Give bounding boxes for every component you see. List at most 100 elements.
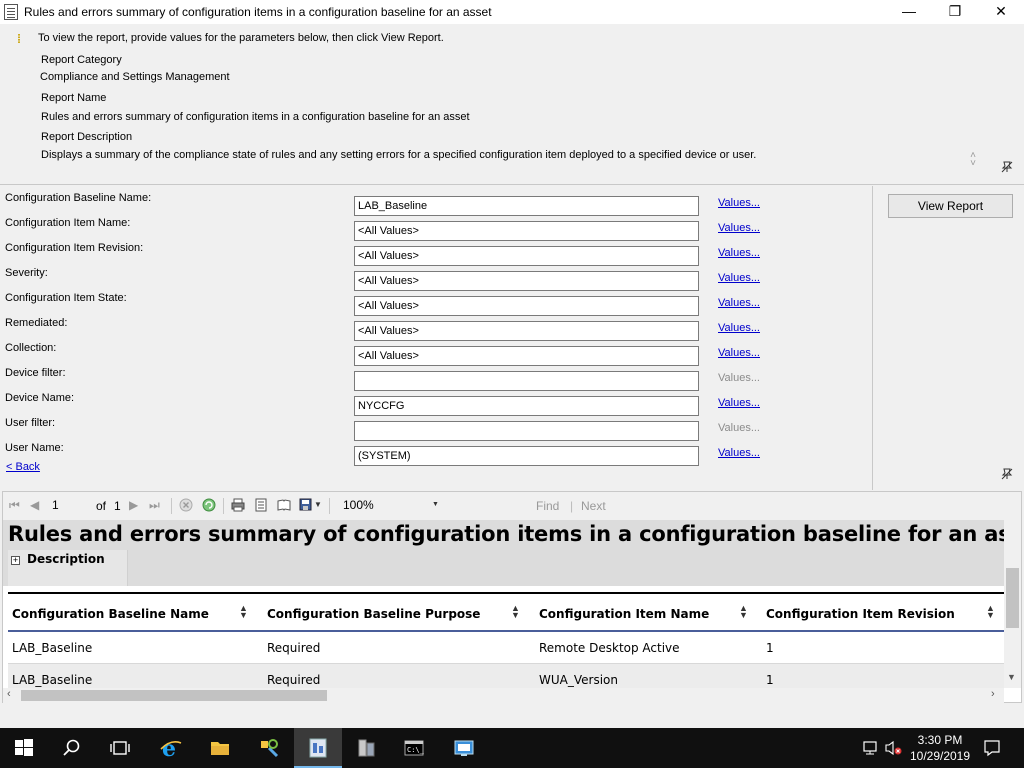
start-button[interactable] bbox=[0, 728, 48, 768]
zoom-select[interactable]: 100% bbox=[340, 497, 444, 515]
internet-explorer-icon[interactable]: e bbox=[147, 728, 195, 768]
remediated-values-link[interactable]: Values... bbox=[718, 322, 760, 334]
print-layout-icon[interactable] bbox=[254, 498, 268, 512]
param-row-ci-revision: Configuration Item Revision: <All Values… bbox=[0, 241, 872, 266]
table-header: Configuration Baseline Name ▲ ▼ Configura… bbox=[8, 598, 1004, 632]
user-filter-values-link: Values... bbox=[718, 422, 760, 434]
expand-plus-icon[interactable]: + bbox=[11, 556, 20, 565]
report-info-panel: ⁞ To view the report, provide values for… bbox=[0, 24, 1024, 185]
scroll-right-icon[interactable]: › bbox=[991, 688, 995, 700]
system-clock[interactable]: 3:30 PM 10/29/2019 bbox=[905, 732, 975, 764]
minimize-button[interactable]: — bbox=[886, 0, 932, 24]
column-header-ci-revision[interactable]: Configuration Item Revision bbox=[766, 607, 955, 621]
ci-state-field[interactable]: <All Values> bbox=[354, 296, 699, 316]
svg-text:C:\_: C:\_ bbox=[407, 746, 425, 754]
cell-ci-name: WUA_Version bbox=[539, 673, 618, 687]
column-header-baseline-name[interactable]: Configuration Baseline Name bbox=[12, 607, 209, 621]
window-title: Rules and errors summary of configuratio… bbox=[24, 5, 492, 19]
report-title: Rules and errors summary of configuratio… bbox=[8, 522, 1004, 546]
remediated-field[interactable]: <All Values> bbox=[354, 321, 699, 341]
next-link[interactable]: Next bbox=[581, 499, 606, 513]
ci-state-values-link[interactable]: Values... bbox=[718, 297, 760, 309]
param-label: Device filter: bbox=[5, 367, 66, 379]
page-number-input[interactable]: 1 bbox=[49, 497, 87, 515]
param-label: Severity: bbox=[5, 267, 48, 279]
parameter-info-icon: ⁞ bbox=[17, 32, 21, 46]
search-icon[interactable] bbox=[48, 728, 96, 768]
maximize-button[interactable]: ❐ bbox=[932, 0, 978, 24]
vertical-scroll-thumb[interactable] bbox=[1006, 568, 1019, 628]
report-app-icon bbox=[4, 4, 18, 20]
device-name-field[interactable]: NYCCFG bbox=[354, 396, 699, 416]
taskbar: e C:\_ 3:30 PM 10/29/2019 bbox=[0, 728, 1024, 768]
device-filter-values-link: Values... bbox=[718, 372, 760, 384]
file-explorer-icon[interactable] bbox=[196, 728, 244, 768]
severity-field[interactable]: <All Values> bbox=[354, 271, 699, 291]
user-filter-field[interactable] bbox=[354, 421, 699, 441]
find-link[interactable]: Find bbox=[536, 499, 559, 513]
task-view-icon[interactable] bbox=[96, 728, 144, 768]
refresh-icon[interactable] bbox=[202, 498, 216, 512]
ci-revision-field[interactable]: <All Values> bbox=[354, 246, 699, 266]
sort-icon[interactable]: ▲ ▼ bbox=[511, 604, 520, 620]
first-page-icon[interactable]: ⏮ bbox=[9, 498, 20, 513]
param-label: Configuration Item Name: bbox=[5, 217, 131, 229]
device-filter-field[interactable] bbox=[354, 371, 699, 391]
remote-desktop-icon[interactable] bbox=[440, 728, 488, 768]
param-row-ci-state: Configuration Item State: <All Values> V… bbox=[0, 291, 872, 316]
clock-time: 3:30 PM bbox=[917, 733, 963, 747]
user-name-values-link[interactable]: Values... bbox=[718, 447, 760, 459]
device-name-values-link[interactable]: Values... bbox=[718, 397, 760, 409]
report-viewer-taskbar-icon[interactable] bbox=[294, 728, 342, 768]
collection-values-link[interactable]: Values... bbox=[718, 347, 760, 359]
description-section[interactable]: + Description bbox=[8, 550, 128, 586]
pin-icon[interactable] bbox=[1001, 161, 1013, 173]
sort-icon[interactable]: ▲ ▼ bbox=[739, 604, 748, 620]
report-window: Rules and errors summary of configuratio… bbox=[0, 0, 1024, 728]
ci-revision-values-link[interactable]: Values... bbox=[718, 247, 760, 259]
column-header-baseline-purpose[interactable]: Configuration Baseline Purpose bbox=[267, 607, 480, 621]
param-row-severity: Severity: <All Values> Values... bbox=[0, 266, 872, 291]
user-name-field[interactable]: (SYSTEM) bbox=[354, 446, 699, 466]
toolbar-separator bbox=[329, 498, 330, 514]
cell-ci-name: Remote Desktop Active bbox=[539, 641, 680, 655]
scroll-left-icon[interactable]: ‹ bbox=[7, 688, 11, 700]
horizontal-scrollbar[interactable]: ‹ › bbox=[3, 688, 1004, 703]
scroll-down-icon[interactable]: ▼ bbox=[1007, 672, 1016, 682]
baseline-name-field[interactable]: LAB_Baseline bbox=[354, 196, 699, 216]
ci-name-field[interactable]: <All Values> bbox=[354, 221, 699, 241]
command-prompt-icon[interactable]: C:\_ bbox=[390, 728, 438, 768]
pin-icon[interactable] bbox=[1001, 468, 1013, 480]
last-page-icon[interactable]: ⏭ bbox=[149, 498, 160, 513]
cell-ci-revision: 1 bbox=[766, 641, 774, 655]
next-page-icon[interactable]: ▶ bbox=[129, 498, 138, 512]
horizontal-scroll-thumb[interactable] bbox=[21, 690, 327, 701]
collapse-chevron-icon[interactable]: ˄ ˅ bbox=[966, 151, 980, 170]
back-link[interactable]: < Back bbox=[6, 461, 40, 473]
page-of-label: of bbox=[96, 499, 107, 513]
zoom-dropdown-icon[interactable]: ▼ bbox=[432, 501, 439, 508]
vertical-scrollbar[interactable]: ▼ bbox=[1004, 520, 1021, 688]
view-report-button[interactable]: View Report bbox=[888, 194, 1013, 218]
previous-page-icon[interactable]: ◀ bbox=[30, 498, 39, 512]
cell-baseline-purpose: Required bbox=[267, 641, 321, 655]
ci-name-values-link[interactable]: Values... bbox=[718, 222, 760, 234]
collection-field[interactable]: <All Values> bbox=[354, 346, 699, 366]
sort-icon[interactable]: ▲ ▼ bbox=[239, 604, 248, 620]
category-value: Compliance and Settings Management bbox=[40, 71, 230, 83]
close-button[interactable]: ✕ bbox=[978, 0, 1024, 24]
cell-baseline-name: LAB_Baseline bbox=[12, 641, 93, 655]
server-manager-icon[interactable] bbox=[342, 728, 390, 768]
print-icon[interactable] bbox=[231, 498, 245, 512]
page-setup-icon[interactable] bbox=[277, 498, 291, 512]
severity-values-link[interactable]: Values... bbox=[718, 272, 760, 284]
table-row: LAB_Baseline Required WUA_Version 1 bbox=[8, 664, 1004, 688]
param-row-user-name: User Name: (SYSTEM) Values... bbox=[0, 441, 872, 466]
sort-icon[interactable]: ▲ ▼ bbox=[986, 604, 995, 620]
stop-icon[interactable] bbox=[179, 498, 193, 512]
export-icon[interactable] bbox=[299, 498, 313, 512]
export-dropdown-icon[interactable]: ▼ bbox=[314, 500, 322, 509]
baseline-name-values-link[interactable]: Values... bbox=[718, 197, 760, 209]
column-header-ci-name[interactable]: Configuration Item Name bbox=[539, 607, 709, 621]
configuration-manager-console-icon[interactable] bbox=[245, 728, 293, 768]
